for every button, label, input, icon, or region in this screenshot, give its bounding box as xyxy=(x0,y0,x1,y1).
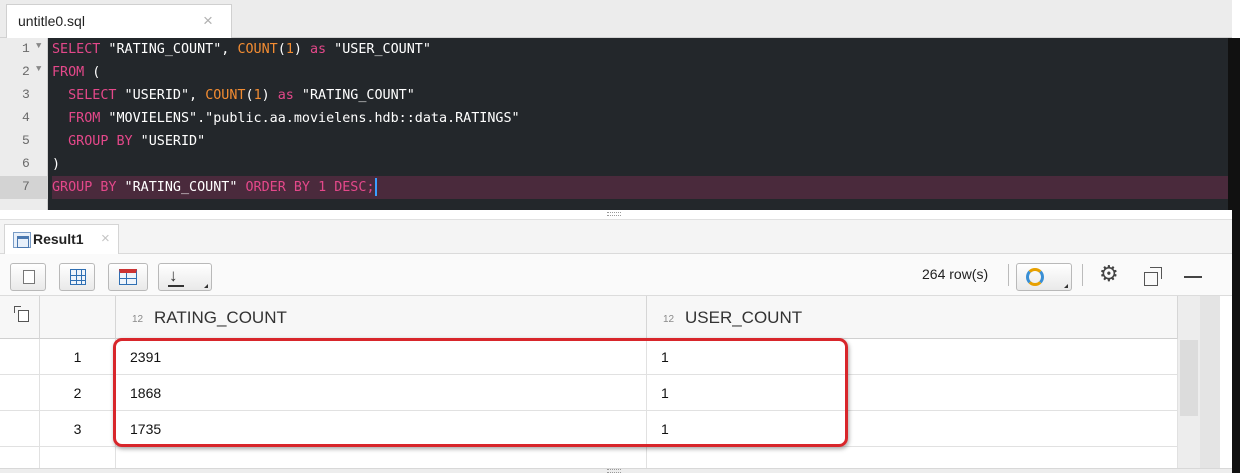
row-number: 1 xyxy=(40,339,116,375)
select-all-corner[interactable] xyxy=(0,296,40,339)
dropdown-arrow-icon[interactable] xyxy=(204,284,208,288)
line-number-gutter: 1 ▼ 2 ▼ 3 4 5 6 7 xyxy=(0,38,48,210)
code-line-1: SELECT "RATING_COUNT", COUNT(1) as "USER… xyxy=(52,42,431,57)
scrollbar-thumb[interactable] xyxy=(1180,340,1198,416)
settings-gear-icon[interactable]: ⚙ xyxy=(1099,263,1119,285)
result-toolbar: ↓ 264 row(s) xyxy=(0,254,1232,296)
tab-title: untitle0.sql xyxy=(18,13,85,29)
sql-editor[interactable]: 1 ▼ 2 ▼ 3 4 5 6 7 SELECT "RATING_COUNT", C… xyxy=(0,38,1228,210)
refresh-button[interactable] xyxy=(1016,263,1072,291)
table-icon xyxy=(13,232,31,248)
code-area[interactable]: SELECT "RATING_COUNT", COUNT(1) as "USER… xyxy=(52,38,1228,210)
line-number: 2 ▼ xyxy=(22,64,42,79)
column-name: USER_COUNT xyxy=(685,308,803,327)
fold-icon[interactable]: ▼ xyxy=(36,41,41,51)
column-name: RATING_COUNT xyxy=(154,308,287,327)
row-number: 3 xyxy=(40,411,116,447)
select-all-icon xyxy=(14,306,29,322)
grid-vertical-scrollbar[interactable] xyxy=(1178,296,1220,468)
result-tab-bar: Result1 × xyxy=(0,220,1232,254)
grid-icon xyxy=(70,269,86,285)
close-icon[interactable]: × xyxy=(203,12,213,29)
table-row-partial[interactable] xyxy=(0,447,1218,468)
splitter-grip-icon[interactable] xyxy=(607,212,621,216)
right-edge xyxy=(1232,210,1240,473)
numeric-type-icon: 12 xyxy=(663,314,675,325)
line-number-active: 7 xyxy=(0,176,48,199)
fold-icon[interactable]: ▼ xyxy=(36,64,41,74)
tab-untitle0-sql[interactable]: untitle0.sql × xyxy=(6,4,232,38)
close-icon[interactable]: × xyxy=(101,230,110,247)
result-tab-label: Result1 xyxy=(33,231,84,247)
line-number: 6 xyxy=(22,156,30,171)
grid-view-button[interactable] xyxy=(59,263,95,291)
code-line-2: FROM ( xyxy=(52,65,101,80)
column-header-rating-count[interactable]: 12 RATING_COUNT xyxy=(116,296,647,339)
table-settings-icon xyxy=(119,269,137,285)
line-number: 4 xyxy=(22,110,30,125)
bottom-splitter[interactable] xyxy=(0,468,1232,473)
numeric-type-icon: 12 xyxy=(132,314,144,325)
table-settings-button[interactable] xyxy=(108,263,148,291)
splitter-grip-icon[interactable] xyxy=(607,469,621,473)
editor-scrollbar[interactable] xyxy=(1228,38,1240,210)
download-icon: ↓ xyxy=(169,266,178,285)
code-line-6: ) xyxy=(52,157,61,172)
minimize-icon[interactable] xyxy=(1184,276,1202,278)
copy-icon xyxy=(23,266,41,284)
code-line-3: SELECT "USERID", COUNT(1) as "RATING_COU… xyxy=(68,88,415,103)
refresh-icon xyxy=(1026,268,1044,286)
line-number: 5 xyxy=(22,133,30,148)
copy-button[interactable] xyxy=(10,263,46,291)
code-line-7: GROUP BY "RATING_COUNT" ORDER BY 1 DESC; xyxy=(52,176,1228,199)
download-button[interactable]: ↓ xyxy=(158,263,212,291)
restore-window-icon[interactable] xyxy=(1144,267,1162,286)
line-number: 3 xyxy=(22,87,30,102)
row-number: 2 xyxy=(40,375,116,411)
code-line-5: GROUP BY "USERID" xyxy=(68,134,206,149)
code-line-4: FROM "MOVIELENS"."public.aa.movielens.hd… xyxy=(68,111,520,126)
row-count: 264 row(s) xyxy=(922,266,989,282)
pane-splitter[interactable] xyxy=(0,210,1232,220)
rownum-header xyxy=(40,296,116,339)
editor-tab-strip: untitle0.sql × xyxy=(0,0,1232,38)
tab-result1[interactable]: Result1 × xyxy=(4,224,119,254)
highlight-annotation xyxy=(113,338,848,447)
table-header: 12 RATING_COUNT 12 USER_COUNT xyxy=(0,296,1218,339)
column-header-user-count[interactable]: 12 USER_COUNT xyxy=(647,296,1178,339)
text-cursor xyxy=(374,178,377,196)
dropdown-arrow-icon[interactable] xyxy=(1064,284,1068,288)
line-number: 1 ▼ xyxy=(22,41,42,56)
